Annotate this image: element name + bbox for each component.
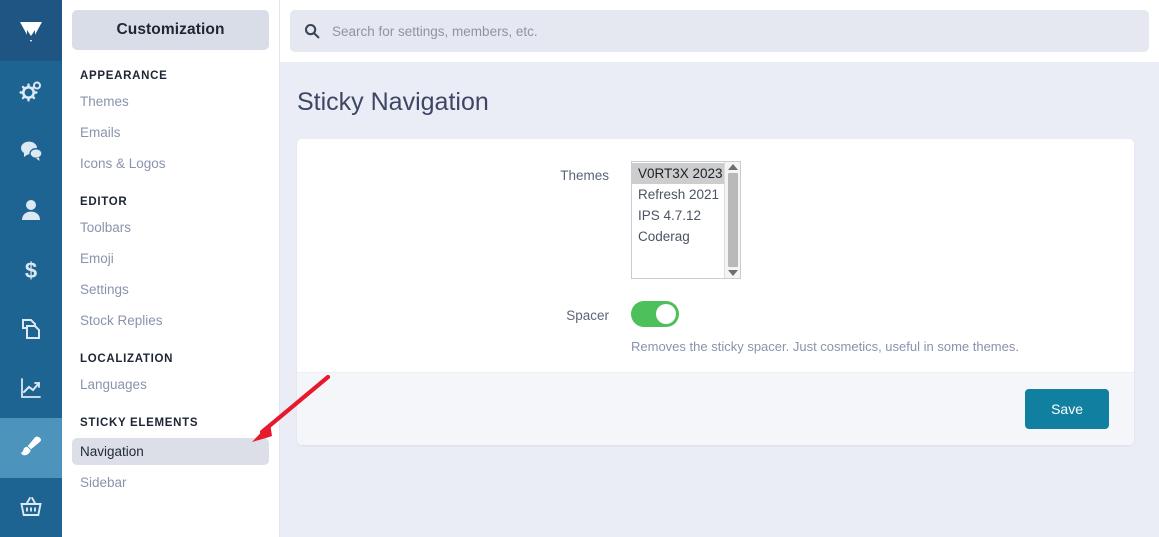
page-title: Sticky Navigation [297,88,489,116]
sidebar-item-toolbars[interactable]: Toolbars [72,220,269,235]
sidebar-item-languages[interactable]: Languages [72,377,269,392]
chart-line-icon [21,378,41,399]
settings-card-body: Themes V0RT3X 2023 Refresh 2021 IPS 4.7.… [297,139,1134,372]
sidebar-group-label: LOCALIZATION [80,353,174,365]
gears-icon [19,81,41,102]
themes-label: Themes [560,168,609,183]
field-row-spacer: Spacer Removes the sticky spacer. Just c… [297,301,1134,354]
theme-option[interactable]: Refresh 2021 [632,184,724,205]
vortex-logo-icon [20,21,42,42]
secondary-sidebar: Customization APPEARANCE Themes Emails I… [62,0,331,537]
rail-item-store[interactable] [0,478,62,537]
basket-icon [20,497,42,517]
main-area: Sticky Navigation Themes V0RT3X 2023 Ref… [280,0,1159,537]
scrollbar-thumb[interactable] [727,173,738,267]
themes-options: V0RT3X 2023 Refresh 2021 IPS 4.7.12 Code… [632,162,724,278]
sidebar-group-appearance: APPEARANCE Themes Emails Icons & Logos [72,70,269,171]
field-row-themes: Themes V0RT3X 2023 Refresh 2021 IPS 4.7.… [297,161,1134,279]
sidebar-group-label: STICKY ELEMENTS [80,417,199,429]
sidebar-item-emails[interactable]: Emails [72,125,269,140]
save-button[interactable]: Save [1025,389,1109,429]
spacer-toggle[interactable] [631,301,679,327]
theme-option[interactable]: V0RT3X 2023 [632,163,724,184]
rail-item-members[interactable] [0,180,62,239]
sidebar-group-localization: LOCALIZATION Languages [72,353,269,392]
paintbrush-icon [21,436,42,456]
sidebar-title: Customization [72,10,269,50]
chat-bubbles-icon [20,141,43,161]
scroll-down-arrow-icon[interactable] [727,270,738,276]
svg-text:$: $ [25,258,37,283]
search-input[interactable] [332,23,1135,39]
sidebar-item-navigation[interactable]: Navigation [72,438,269,465]
rail-item-system[interactable] [0,61,62,120]
themes-field: V0RT3X 2023 Refresh 2021 IPS 4.7.12 Code… [631,161,1134,279]
rail-item-pages[interactable] [0,299,62,358]
top-bar [280,0,1159,62]
scroll-up-arrow-icon[interactable] [727,164,738,170]
sidebar-group-label: APPEARANCE [80,70,168,82]
app-logo[interactable] [0,0,62,62]
themes-listbox[interactable]: V0RT3X 2023 Refresh 2021 IPS 4.7.12 Code… [631,161,741,279]
person-icon [22,200,40,221]
sidebar-item-stock-replies[interactable]: Stock Replies [72,313,269,328]
search-bar[interactable] [290,10,1149,52]
sidebar-item-settings[interactable]: Settings [72,282,269,297]
sidebar-item-icons-logos[interactable]: Icons & Logos [72,156,269,171]
pages-icon [22,318,40,339]
dollar-icon: $ [25,258,37,283]
theme-option[interactable]: IPS 4.7.12 [632,205,724,226]
sidebar-group-editor: EDITOR Toolbars Emoji Settings Stock Rep… [72,196,269,328]
sidebar-group-label: EDITOR [80,196,128,208]
app-root: $ Customization APPEARANCE Themes Emails… [0,0,1159,537]
rail-item-commerce[interactable]: $ [0,240,62,299]
sidebar-item-emoji[interactable]: Emoji [72,251,269,266]
search-icon [304,23,320,39]
theme-option[interactable]: Coderag [632,226,724,247]
spacer-field: Removes the sticky spacer. Just cosmetic… [631,301,1134,354]
spacer-hint: Removes the sticky spacer. Just cosmetic… [631,339,1019,354]
sidebar-item-themes[interactable]: Themes [72,94,269,109]
primary-icon-rail: $ [0,0,62,537]
rail-item-customization[interactable] [0,418,62,478]
themes-scrollbar[interactable] [724,162,740,278]
settings-card: Themes V0RT3X 2023 Refresh 2021 IPS 4.7.… [297,139,1134,445]
toggle-knob [656,304,676,324]
spacer-label: Spacer [566,308,609,323]
sidebar-item-sidebar[interactable]: Sidebar [72,475,269,490]
settings-card-footer: Save [297,372,1134,445]
rail-item-community[interactable] [0,121,62,180]
rail-item-stats[interactable] [0,359,62,418]
sidebar-group-sticky-elements: STICKY ELEMENTS Navigation Sidebar [72,417,269,490]
